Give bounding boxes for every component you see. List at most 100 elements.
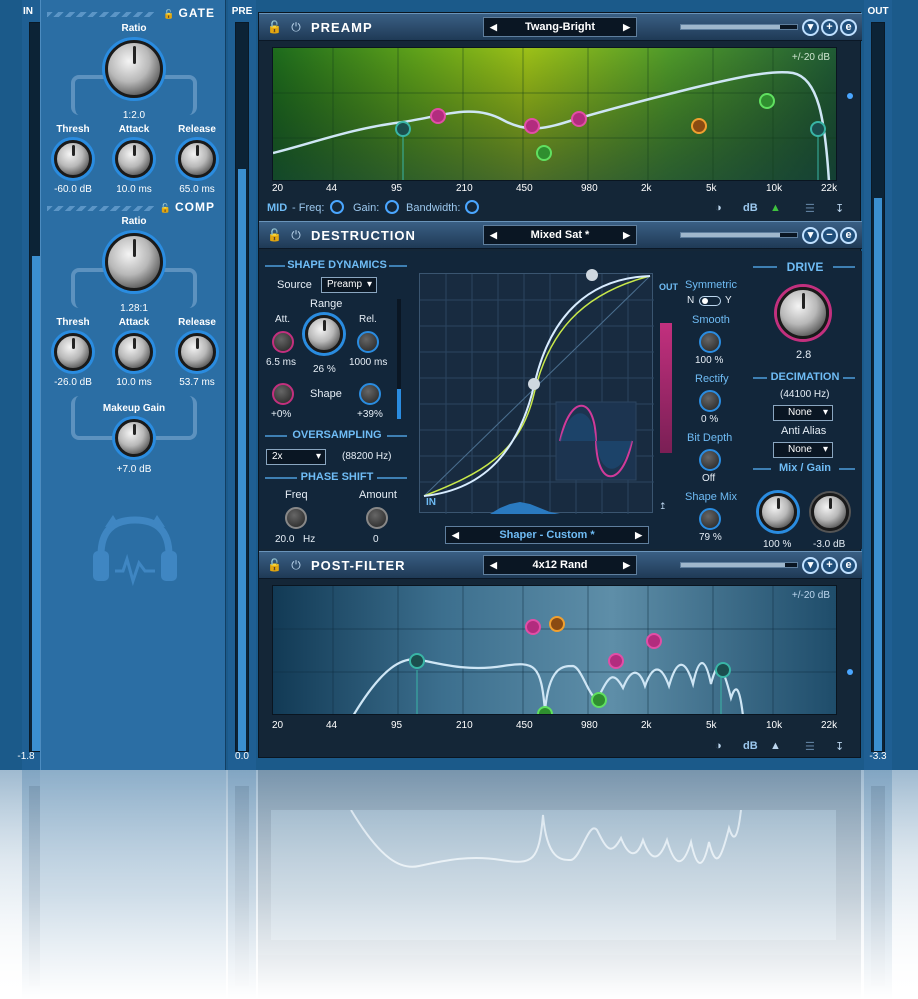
shape-max-knob[interactable]: [359, 383, 381, 405]
post-node-3[interactable]: [537, 706, 553, 714]
preamp-mix-slider[interactable]: [680, 24, 798, 30]
menu-icon[interactable]: ▾: [802, 19, 819, 36]
rectify-knob[interactable]: [699, 390, 721, 412]
lock-icon[interactable]: 🔓: [267, 228, 282, 242]
post-node-high-cut[interactable]: [715, 662, 731, 678]
eq-node-2[interactable]: [524, 118, 540, 134]
smooth-knob[interactable]: [699, 331, 721, 353]
release-knob[interactable]: [357, 331, 379, 353]
remove-icon[interactable]: −: [821, 227, 838, 244]
band-freq-knob[interactable]: [330, 200, 344, 214]
shaper-selector[interactable]: ◀ Shaper - Custom * ▶: [445, 526, 649, 544]
add-icon[interactable]: +: [821, 557, 838, 574]
postfilter-preset-selector[interactable]: ◀ 4x12 Rand ▶: [483, 555, 637, 575]
postfilter-spectrum[interactable]: +/-20 dB: [272, 585, 837, 715]
shaper-graph[interactable]: IN: [419, 269, 654, 514]
destruction-mix-slider[interactable]: [680, 232, 798, 238]
eq-node-low-cut[interactable]: [395, 121, 411, 137]
comp-thresh-knob[interactable]: [54, 333, 92, 371]
menu-icon[interactable]: ▾: [802, 557, 819, 574]
add-icon[interactable]: +: [821, 19, 838, 36]
power-icon[interactable]: ⏻: [289, 228, 303, 242]
next-preset-icon[interactable]: ▶: [623, 226, 630, 244]
post-node-4[interactable]: [591, 692, 607, 708]
contrast-icon[interactable]: ◑: [715, 740, 722, 752]
post-node-1[interactable]: [525, 619, 541, 635]
comp-release-knob[interactable]: [178, 333, 216, 371]
phase-freq-knob[interactable]: [285, 507, 307, 529]
power-icon[interactable]: ⏻: [289, 20, 303, 34]
next-preset-icon[interactable]: ▶: [623, 556, 630, 574]
symmetric-toggle[interactable]: [699, 296, 721, 306]
preamp-preset-selector[interactable]: ◀ Twang-Bright ▶: [483, 17, 637, 37]
next-shaper-icon[interactable]: ▶: [635, 527, 642, 543]
power-icon[interactable]: ⏻: [289, 558, 303, 572]
edit-icon[interactable]: e: [840, 227, 857, 244]
eq-node-high-cut[interactable]: [810, 121, 826, 137]
prev-preset-icon[interactable]: ◀: [490, 556, 497, 574]
bars-icon[interactable]: ☰: [805, 202, 815, 215]
prev-shaper-icon[interactable]: ◀: [452, 527, 459, 543]
lock-icon[interactable]: 🔓: [163, 9, 175, 19]
lock-icon[interactable]: 🔓: [160, 203, 172, 213]
lock-icon[interactable]: 🔓: [267, 20, 282, 34]
eq-node-4[interactable]: [571, 111, 587, 127]
rectify-value: 0 %: [701, 414, 719, 425]
postfilter-mix-slider[interactable]: [680, 562, 798, 568]
eq-node-5[interactable]: [691, 118, 707, 134]
postfilter-output-handle[interactable]: [847, 669, 853, 675]
gain-knob[interactable]: [811, 493, 849, 531]
comp-ratio-knob[interactable]: [105, 233, 163, 291]
download-icon[interactable]: ↧: [835, 740, 844, 753]
post-node-5[interactable]: [608, 653, 624, 669]
range-knob[interactable]: [305, 315, 343, 353]
db-toggle[interactable]: dB: [743, 202, 758, 214]
gate-ratio-knob[interactable]: [105, 40, 163, 98]
bit-depth-knob[interactable]: [699, 449, 721, 471]
in-meter-fill: [32, 255, 40, 751]
curve-handle-mid[interactable]: [528, 378, 540, 390]
lock-icon[interactable]: 🔓: [267, 558, 282, 572]
eq-node-1[interactable]: [430, 108, 446, 124]
band-gain-knob[interactable]: [385, 200, 399, 214]
spectrum-mode-icon[interactable]: ▲: [770, 740, 781, 752]
phase-shift-title: PHASE SHIFT: [300, 471, 374, 483]
attack-knob[interactable]: [272, 331, 294, 353]
source-dropdown[interactable]: Preamp: [321, 277, 377, 293]
preamp-spectrum[interactable]: +/-20 dB: [272, 47, 837, 181]
shape-min-knob[interactable]: [272, 383, 294, 405]
band-bandwidth-knob[interactable]: [465, 200, 479, 214]
gate-thresh-knob[interactable]: [54, 140, 92, 178]
comp-attack-knob[interactable]: [115, 333, 153, 371]
gate-attack-knob[interactable]: [115, 140, 153, 178]
menu-icon[interactable]: ▾: [802, 227, 819, 244]
post-node-6[interactable]: [646, 633, 662, 649]
download-icon[interactable]: ↧: [835, 202, 844, 215]
prev-preset-icon[interactable]: ◀: [490, 18, 497, 36]
shape-mix-knob[interactable]: [699, 508, 721, 530]
mix-knob[interactable]: [759, 493, 797, 531]
destruction-preset-selector[interactable]: ◀ Mixed Sat * ▶: [483, 225, 637, 245]
curve-handle-top[interactable]: [586, 269, 598, 281]
oversampling-dropdown[interactable]: 2x: [266, 449, 326, 465]
edit-icon[interactable]: e: [840, 19, 857, 36]
makeup-gain-knob[interactable]: [115, 419, 153, 457]
gate-release-knob[interactable]: [178, 140, 216, 178]
eq-node-3[interactable]: [536, 145, 552, 161]
contrast-icon[interactable]: ◑: [715, 202, 722, 214]
eq-node-6[interactable]: [759, 93, 775, 109]
preamp-output-handle[interactable]: [847, 93, 853, 99]
decimation-dropdown[interactable]: None: [773, 405, 833, 421]
next-preset-icon[interactable]: ▶: [623, 18, 630, 36]
anti-alias-dropdown[interactable]: None: [773, 442, 833, 458]
bars-icon[interactable]: ☰: [805, 740, 815, 753]
drive-knob[interactable]: [777, 287, 829, 339]
db-toggle[interactable]: dB: [743, 740, 758, 752]
post-node-2[interactable]: [549, 616, 565, 632]
prev-preset-icon[interactable]: ◀: [490, 226, 497, 244]
spectrum-mode-icon[interactable]: ▲: [770, 202, 781, 214]
phase-amount-knob[interactable]: [366, 507, 388, 529]
edit-icon[interactable]: e: [840, 557, 857, 574]
scope-settings-icon[interactable]: ↥: [659, 501, 667, 512]
post-node-low-cut[interactable]: [409, 653, 425, 669]
